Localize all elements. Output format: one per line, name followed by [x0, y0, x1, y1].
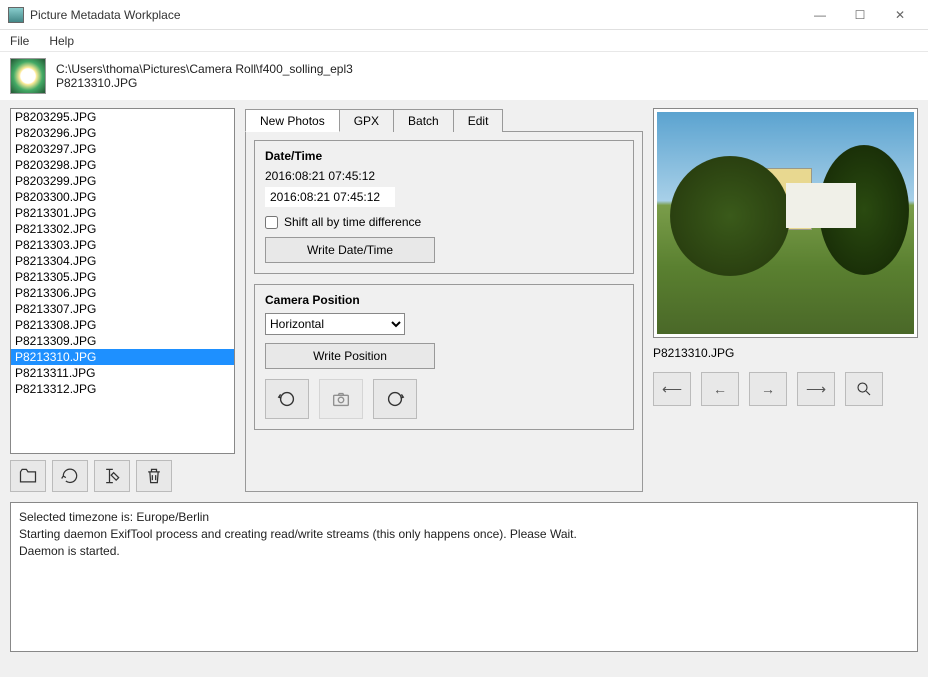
file-list-item[interactable]: P8203296.JPG: [11, 125, 234, 141]
file-list-item[interactable]: P8213302.JPG: [11, 221, 234, 237]
path-directory: C:\Users\thoma\Pictures\Camera Roll\f400…: [56, 62, 353, 76]
menubar: File Help: [0, 30, 928, 52]
write-position-button[interactable]: Write Position: [265, 343, 435, 369]
file-list-item[interactable]: P8203300.JPG: [11, 189, 234, 205]
log-line: Selected timezone is: Europe/Berlin: [19, 509, 909, 526]
file-list-item[interactable]: P8203298.JPG: [11, 157, 234, 173]
rename-button[interactable]: [94, 460, 130, 492]
image-preview: [653, 108, 918, 338]
titlebar: Picture Metadata Workplace — ☐ ✕: [0, 0, 928, 30]
pathbar: C:\Users\thoma\Pictures\Camera Roll\f400…: [0, 52, 928, 100]
shift-checkbox[interactable]: [265, 216, 278, 229]
tab-panel: Date/Time 2016:08:21 07:45:12 2016:08:21…: [245, 132, 643, 492]
camerapos-label: Camera Position: [265, 293, 623, 307]
rotate-right-button[interactable]: [373, 379, 417, 419]
path-thumbnail: [10, 58, 46, 94]
file-list-item[interactable]: P8213303.JPG: [11, 237, 234, 253]
close-button[interactable]: ✕: [880, 1, 920, 29]
tab-batch[interactable]: Batch: [393, 109, 454, 132]
file-list-item[interactable]: P8213310.JPG: [11, 349, 234, 365]
tabstrip: New Photos GPX Batch Edit: [245, 108, 643, 132]
camerapos-select[interactable]: Horizontal: [265, 313, 405, 335]
log-panel[interactable]: Selected timezone is: Europe/BerlinStart…: [10, 502, 918, 652]
file-list-item[interactable]: P8203297.JPG: [11, 141, 234, 157]
file-list-item[interactable]: P8213312.JPG: [11, 381, 234, 397]
nav-first-button[interactable]: ⟵: [653, 372, 691, 406]
file-list-item[interactable]: P8213306.JPG: [11, 285, 234, 301]
file-list-item[interactable]: P8213309.JPG: [11, 333, 234, 349]
datetime-group: Date/Time 2016:08:21 07:45:12 2016:08:21…: [254, 140, 634, 274]
tab-gpx[interactable]: GPX: [339, 109, 394, 132]
file-list-item[interactable]: P8213307.JPG: [11, 301, 234, 317]
shift-checkbox-row[interactable]: Shift all by time difference: [265, 215, 623, 229]
log-line: Starting daemon ExifTool process and cre…: [19, 526, 909, 543]
window-title: Picture Metadata Workplace: [30, 8, 800, 22]
file-list-item[interactable]: P8203299.JPG: [11, 173, 234, 189]
write-datetime-button[interactable]: Write Date/Time: [265, 237, 435, 263]
datetime-original: 2016:08:21 07:45:12: [265, 169, 623, 183]
datetime-input[interactable]: 2016:08:21 07:45:12: [265, 187, 395, 207]
maximize-button[interactable]: ☐: [840, 1, 880, 29]
file-list-item[interactable]: P8213311.JPG: [11, 365, 234, 381]
menu-help[interactable]: Help: [45, 32, 78, 50]
nav-last-button[interactable]: ⟶: [797, 372, 835, 406]
path-filename: P8213310.JPG: [56, 76, 353, 90]
file-list-item[interactable]: P8203295.JPG: [11, 109, 234, 125]
tab-new-photos[interactable]: New Photos: [245, 109, 340, 132]
tab-edit[interactable]: Edit: [453, 109, 504, 132]
minimize-button[interactable]: —: [800, 1, 840, 29]
file-list-item[interactable]: P8213304.JPG: [11, 253, 234, 269]
file-list[interactable]: P8203295.JPGP8203296.JPGP8203297.JPGP820…: [10, 108, 235, 454]
refresh-button[interactable]: [52, 460, 88, 492]
log-line: Daemon is started.: [19, 543, 909, 560]
camera-icon-button: [319, 379, 363, 419]
file-list-item[interactable]: P8213301.JPG: [11, 205, 234, 221]
open-folder-button[interactable]: [10, 460, 46, 492]
shift-label: Shift all by time difference: [284, 215, 421, 229]
camerapos-group: Camera Position Horizontal Write Positio…: [254, 284, 634, 430]
nav-prev-button[interactable]: ←: [701, 372, 739, 406]
menu-file[interactable]: File: [6, 32, 33, 50]
file-list-item[interactable]: P8213305.JPG: [11, 269, 234, 285]
rotate-left-button[interactable]: [265, 379, 309, 419]
nav-next-button[interactable]: →: [749, 372, 787, 406]
datetime-label: Date/Time: [265, 149, 623, 163]
delete-button[interactable]: [136, 460, 172, 492]
preview-filename: P8213310.JPG: [653, 346, 918, 360]
zoom-button[interactable]: [845, 372, 883, 406]
file-list-item[interactable]: P8213308.JPG: [11, 317, 234, 333]
app-icon: [8, 7, 24, 23]
